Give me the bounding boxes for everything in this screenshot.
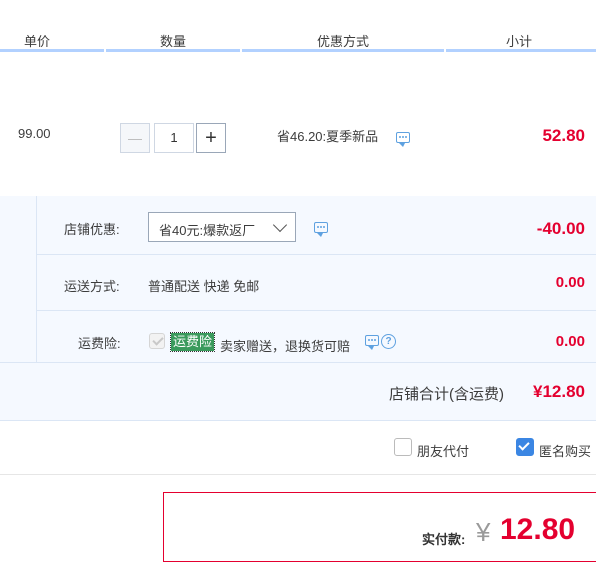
unit-price: 99.00: [18, 126, 51, 141]
shop-total-value: ¥12.80: [533, 382, 585, 401]
shop-total-row: 店铺合计(含运费) ¥12.80: [0, 362, 596, 420]
chevron-down-icon: [272, 217, 288, 233]
insurance-amount: 0.00: [555, 333, 585, 350]
header-subtotal: 小计: [506, 34, 533, 49]
shop-discount-value: 省40元:爆款返厂: [159, 223, 256, 238]
shipping-method: 普通配送 快递 免邮: [148, 279, 260, 294]
item-subtotal: 52.80: [542, 126, 585, 145]
payment-amount: 12.80: [500, 513, 576, 546]
payment-label: 实付款:: [422, 532, 466, 547]
insurance-checkbox: [149, 333, 165, 349]
section-divider: [0, 420, 596, 421]
item-discount-text: 省46.20:夏季新品: [277, 129, 379, 144]
plus-icon: +: [205, 126, 217, 149]
header-underline: [0, 49, 104, 52]
header-underline: [242, 49, 444, 52]
quantity-input[interactable]: 1: [154, 123, 194, 153]
insurance-description: 卖家赠送，退换货可赔: [220, 339, 351, 354]
header-quantity: 数量: [160, 34, 187, 49]
payment-summary-box: 实付款: ¥ 12.80: [163, 492, 596, 562]
friend-pay-checkbox[interactable]: [394, 438, 412, 456]
anonymous-checkbox[interactable]: [516, 438, 534, 456]
header-underline: [446, 49, 596, 52]
anonymous-label[interactable]: 匿名购买: [539, 441, 591, 460]
chat-icon[interactable]: [365, 335, 379, 350]
shop-total-label: 店铺合计(含运费): [389, 386, 504, 403]
cart-item-row: 99.00 — 1 + 省46.20:夏季新品 52.80: [0, 110, 596, 196]
insurance-tag: 运费险: [169, 332, 216, 352]
shop-discount-amount: -40.00: [536, 219, 585, 238]
shop-divider: [36, 196, 37, 362]
shipping-label: 运送方式:: [64, 279, 120, 294]
shop-row-divider: [36, 254, 596, 255]
header-discount: 优惠方式: [317, 34, 370, 49]
quantity-increase-button[interactable]: +: [196, 123, 226, 153]
chat-icon[interactable]: [314, 222, 328, 237]
currency-symbol: ¥: [476, 517, 491, 547]
minus-icon: —: [128, 130, 142, 146]
table-header: 单价 数量 优惠方式 小计: [0, 0, 596, 52]
header-underline: [106, 49, 240, 52]
chat-icon[interactable]: [396, 132, 410, 147]
shop-row-divider: [36, 310, 596, 311]
friend-pay-label[interactable]: 朋友代付: [417, 441, 469, 460]
section-divider: [0, 474, 596, 475]
header-unit-price: 单价: [24, 34, 51, 49]
insurance-label: 运费险:: [78, 336, 121, 351]
help-icon[interactable]: ?: [381, 334, 396, 349]
shop-discount-label: 店铺优惠:: [64, 222, 120, 237]
quantity-decrease-button[interactable]: —: [120, 123, 150, 153]
shipping-amount: 0.00: [555, 274, 585, 291]
shop-discount-select[interactable]: 省40元:爆款返厂: [148, 212, 296, 242]
